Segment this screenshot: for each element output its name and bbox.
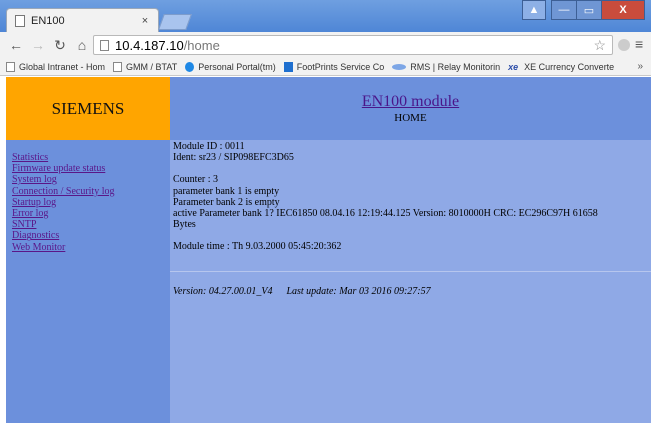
page-header: EN100 module HOME (170, 77, 651, 140)
bookmark-personal-portal[interactable]: Personal Portal(tm) (185, 61, 276, 72)
close-window-icon[interactable]: X (601, 0, 645, 20)
main-content: Module ID : 0011 Ident: sr23 / SIP098EFC… (170, 140, 651, 423)
tab-en100[interactable]: EN100 × (6, 8, 159, 32)
url-path: /home (183, 37, 220, 53)
last-update: Last update: Mar 03 2016 09:27:57 (286, 286, 431, 297)
page-icon (15, 14, 25, 27)
siemens-logo: SIEMENS (6, 77, 170, 140)
nav-link-sntp[interactable]: SNTP (12, 219, 170, 230)
address-bar[interactable]: 10.4.187.10/home ☆ (93, 35, 613, 55)
bookmark-global-intranet[interactable]: Global Intranet - Hom (6, 61, 106, 72)
page-icon (6, 61, 15, 72)
footprints-icon (283, 61, 293, 72)
version: Version: 04.27.00.01_V4 (173, 286, 273, 297)
forward-icon[interactable]: → (28, 37, 48, 53)
nav-link-statistics[interactable]: Statistics (12, 152, 170, 163)
bookmark-label: Personal Portal(tm) (198, 61, 276, 72)
more-bookmarks-icon[interactable]: » (637, 61, 643, 72)
nav-link-error-log[interactable]: Error log (12, 208, 170, 219)
window-controls: ▲ — ▭ X (522, 0, 645, 20)
url-host: 10.4.187.10 (115, 37, 184, 53)
module-id: Module ID : 0011 (173, 141, 245, 152)
rms-icon (392, 63, 407, 70)
nav-link-connection-security-log[interactable]: Connection / Security log (12, 186, 170, 197)
web-page: SIEMENS EN100 module HOME Statistics Fir… (0, 77, 651, 423)
version-info: Version: 04.27.00.01_V4 Last update: Mar … (173, 286, 431, 297)
ident: Ident: sr23 / SIP098EFC3D65 (173, 152, 294, 164)
page-info-icon[interactable] (100, 39, 109, 51)
back-icon[interactable]: ← (6, 37, 26, 53)
close-tab-icon[interactable]: × (138, 15, 152, 27)
bookmarks-bar: Global Intranet - Hom GMM / BTAT Persona… (0, 58, 651, 76)
home-icon[interactable]: ⌂ (72, 37, 92, 53)
bookmark-footprints[interactable]: FootPrints Service Co (283, 61, 385, 72)
browser-toolbar: ← → ↻ ⌂ 10.4.187.10/home ☆ ≡ (0, 32, 651, 58)
bookmark-label: XE Currency Converte (524, 61, 615, 72)
extension-icon[interactable] (618, 39, 630, 51)
nav-link-web-monitor[interactable]: Web Monitor (12, 242, 170, 253)
tab-title: EN100 (31, 14, 65, 27)
divider (170, 271, 651, 272)
counter: Counter : 3 (173, 174, 218, 186)
nav-link-system-log[interactable]: System log (12, 174, 170, 185)
bookmark-label: RMS | Relay Monitorin (410, 61, 501, 72)
user-profile-icon[interactable]: ▲ (522, 0, 546, 20)
parameter-bank-2-status: Parameter bank 2 is empty (173, 196, 280, 208)
parameter-bank-1-status: parameter bank 1 is empty (173, 185, 280, 197)
bookmark-star-icon[interactable]: ☆ (593, 37, 606, 54)
bookmark-rms[interactable]: RMS | Relay Monitorin (392, 62, 500, 72)
window-titlebar: EN100 × ▲ — ▭ X (0, 0, 651, 32)
nav-link-startup-log[interactable]: Startup log (12, 197, 170, 208)
active-parameter-bank: active Parameter bank 1? IEC61850 08.04.… (173, 208, 598, 220)
page-subtitle: HOME (394, 112, 427, 124)
active-parameter-bank-cont: Bytes (173, 219, 196, 231)
bookmark-label: Global Intranet - Hom (19, 61, 106, 72)
brand-name: SIEMENS (51, 98, 125, 118)
reload-icon[interactable]: ↻ (50, 37, 70, 54)
navigation-sidebar: Statistics Firmware update status System… (6, 140, 170, 423)
module-time: Module time : Th 9.03.2000 05:45:20:362 (173, 241, 342, 253)
bookmark-gmm-btat[interactable]: GMM / BTAT (113, 61, 178, 72)
nav-link-diagnostics[interactable]: Diagnostics (12, 230, 170, 241)
bookmark-label: GMM / BTAT (126, 61, 178, 72)
maximize-icon[interactable]: ▭ (576, 0, 602, 20)
minimize-icon[interactable]: — (551, 0, 577, 20)
bookmark-xe[interactable]: xe XE Currency Converte (508, 62, 614, 72)
menu-icon[interactable]: ≡ (635, 36, 643, 52)
portal-icon (185, 61, 195, 72)
new-tab-button[interactable] (158, 14, 192, 30)
bookmark-label: FootPrints Service Co (296, 61, 385, 72)
xe-icon: xe (508, 61, 519, 72)
nav-link-firmware-update-status[interactable]: Firmware update status (12, 163, 170, 174)
en100-module-link[interactable]: EN100 module (170, 93, 651, 111)
page-icon (113, 61, 123, 72)
